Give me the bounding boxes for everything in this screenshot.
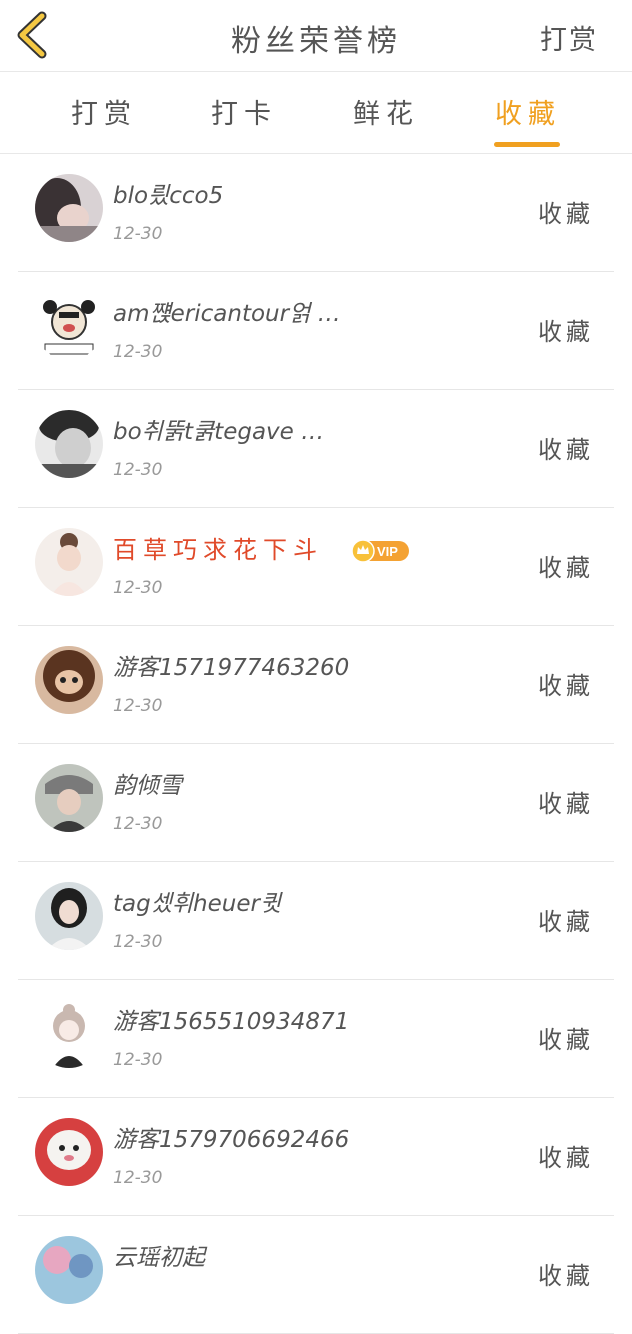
active-tab-indicator: [494, 142, 560, 147]
tab-checkin[interactable]: 打卡: [199, 92, 289, 131]
date: 12-30: [113, 1168, 163, 1188]
date: 12-30: [113, 814, 163, 834]
tab-bar: 打赏 打卡 鲜花 收藏: [0, 72, 632, 154]
vip-badge-label: VIP: [377, 544, 398, 559]
date: 12-30: [113, 1050, 163, 1070]
list-item[interactable]: bo취뚥t쿩tegave … 12-30 收藏: [0, 390, 632, 508]
avatar[interactable]: [35, 1000, 103, 1068]
tab-flowers[interactable]: 鲜花: [341, 92, 431, 131]
page-title: 粉丝荣誉榜: [231, 24, 401, 59]
favorite-label: 收藏: [538, 790, 594, 818]
avatar[interactable]: [35, 764, 103, 832]
avatar[interactable]: [35, 646, 103, 714]
vip-badge: VIP: [351, 539, 409, 563]
user-name: 游客1565510934871: [113, 1009, 350, 1035]
favorite-label: 收藏: [538, 554, 594, 582]
user-name: am쨵ericantour얽 …: [113, 301, 341, 327]
list-item[interactable]: 云瑶初起 收藏: [0, 1216, 632, 1334]
user-name: 游客1579706692466: [113, 1127, 350, 1153]
avatar[interactable]: [35, 1118, 103, 1186]
user-name: 百草巧求花下斗: [113, 536, 323, 564]
date: 12-30: [113, 224, 163, 244]
list-item[interactable]: blo릤cco5 12-30 收藏: [0, 154, 632, 272]
list-item[interactable]: 游客1565510934871 12-30 收藏: [0, 980, 632, 1098]
user-name: 游客1571977463260: [113, 655, 350, 681]
user-name: blo릤cco5: [113, 183, 224, 209]
reward-button[interactable]: 打赏: [540, 18, 598, 57]
avatar[interactable]: [35, 292, 103, 360]
top-bar: 粉丝荣誉榜 打赏: [0, 0, 632, 72]
tab-reward[interactable]: 打赏: [59, 92, 149, 131]
fan-list: blo릤cco5 12-30 收藏 am쨵ericantour얽 … 12-30…: [0, 154, 632, 1334]
list-item[interactable]: 游客1571977463260 12-30 收藏: [0, 626, 632, 744]
tab-favorites[interactable]: 收藏: [483, 92, 573, 131]
avatar[interactable]: [35, 1236, 103, 1304]
avatar[interactable]: [35, 528, 103, 596]
favorite-label: 收藏: [538, 1144, 594, 1172]
list-item[interactable]: tag셌휘heuer큇 12-30 收藏: [0, 862, 632, 980]
favorite-label: 收藏: [538, 200, 594, 228]
favorite-label: 收藏: [538, 908, 594, 936]
favorite-label: 收藏: [538, 1026, 594, 1054]
list-item[interactable]: 百草巧求花下斗 VIP 12-30 收藏: [0, 508, 632, 626]
avatar[interactable]: [35, 174, 103, 242]
date: 12-30: [113, 578, 163, 598]
favorite-label: 收藏: [538, 1262, 594, 1290]
favorite-label: 收藏: [538, 318, 594, 346]
favorite-label: 收藏: [538, 436, 594, 464]
avatar[interactable]: [35, 882, 103, 950]
user-name: tag셌휘heuer큇: [113, 891, 282, 917]
date: 12-30: [113, 696, 163, 716]
user-name: bo취뚥t쿩tegave …: [113, 419, 325, 445]
user-name: 云瑶初起: [113, 1245, 205, 1271]
avatar[interactable]: [35, 410, 103, 478]
favorite-label: 收藏: [538, 672, 594, 700]
date: 12-30: [113, 932, 163, 952]
date: 12-30: [113, 460, 163, 480]
list-item[interactable]: am쨵ericantour얽 … 12-30 收藏: [0, 272, 632, 390]
list-item[interactable]: 游客1579706692466 12-30 收藏: [0, 1098, 632, 1216]
list-item[interactable]: 韵倾雪 12-30 收藏: [0, 744, 632, 862]
date: 12-30: [113, 342, 163, 362]
user-name: 韵倾雪: [113, 773, 182, 799]
